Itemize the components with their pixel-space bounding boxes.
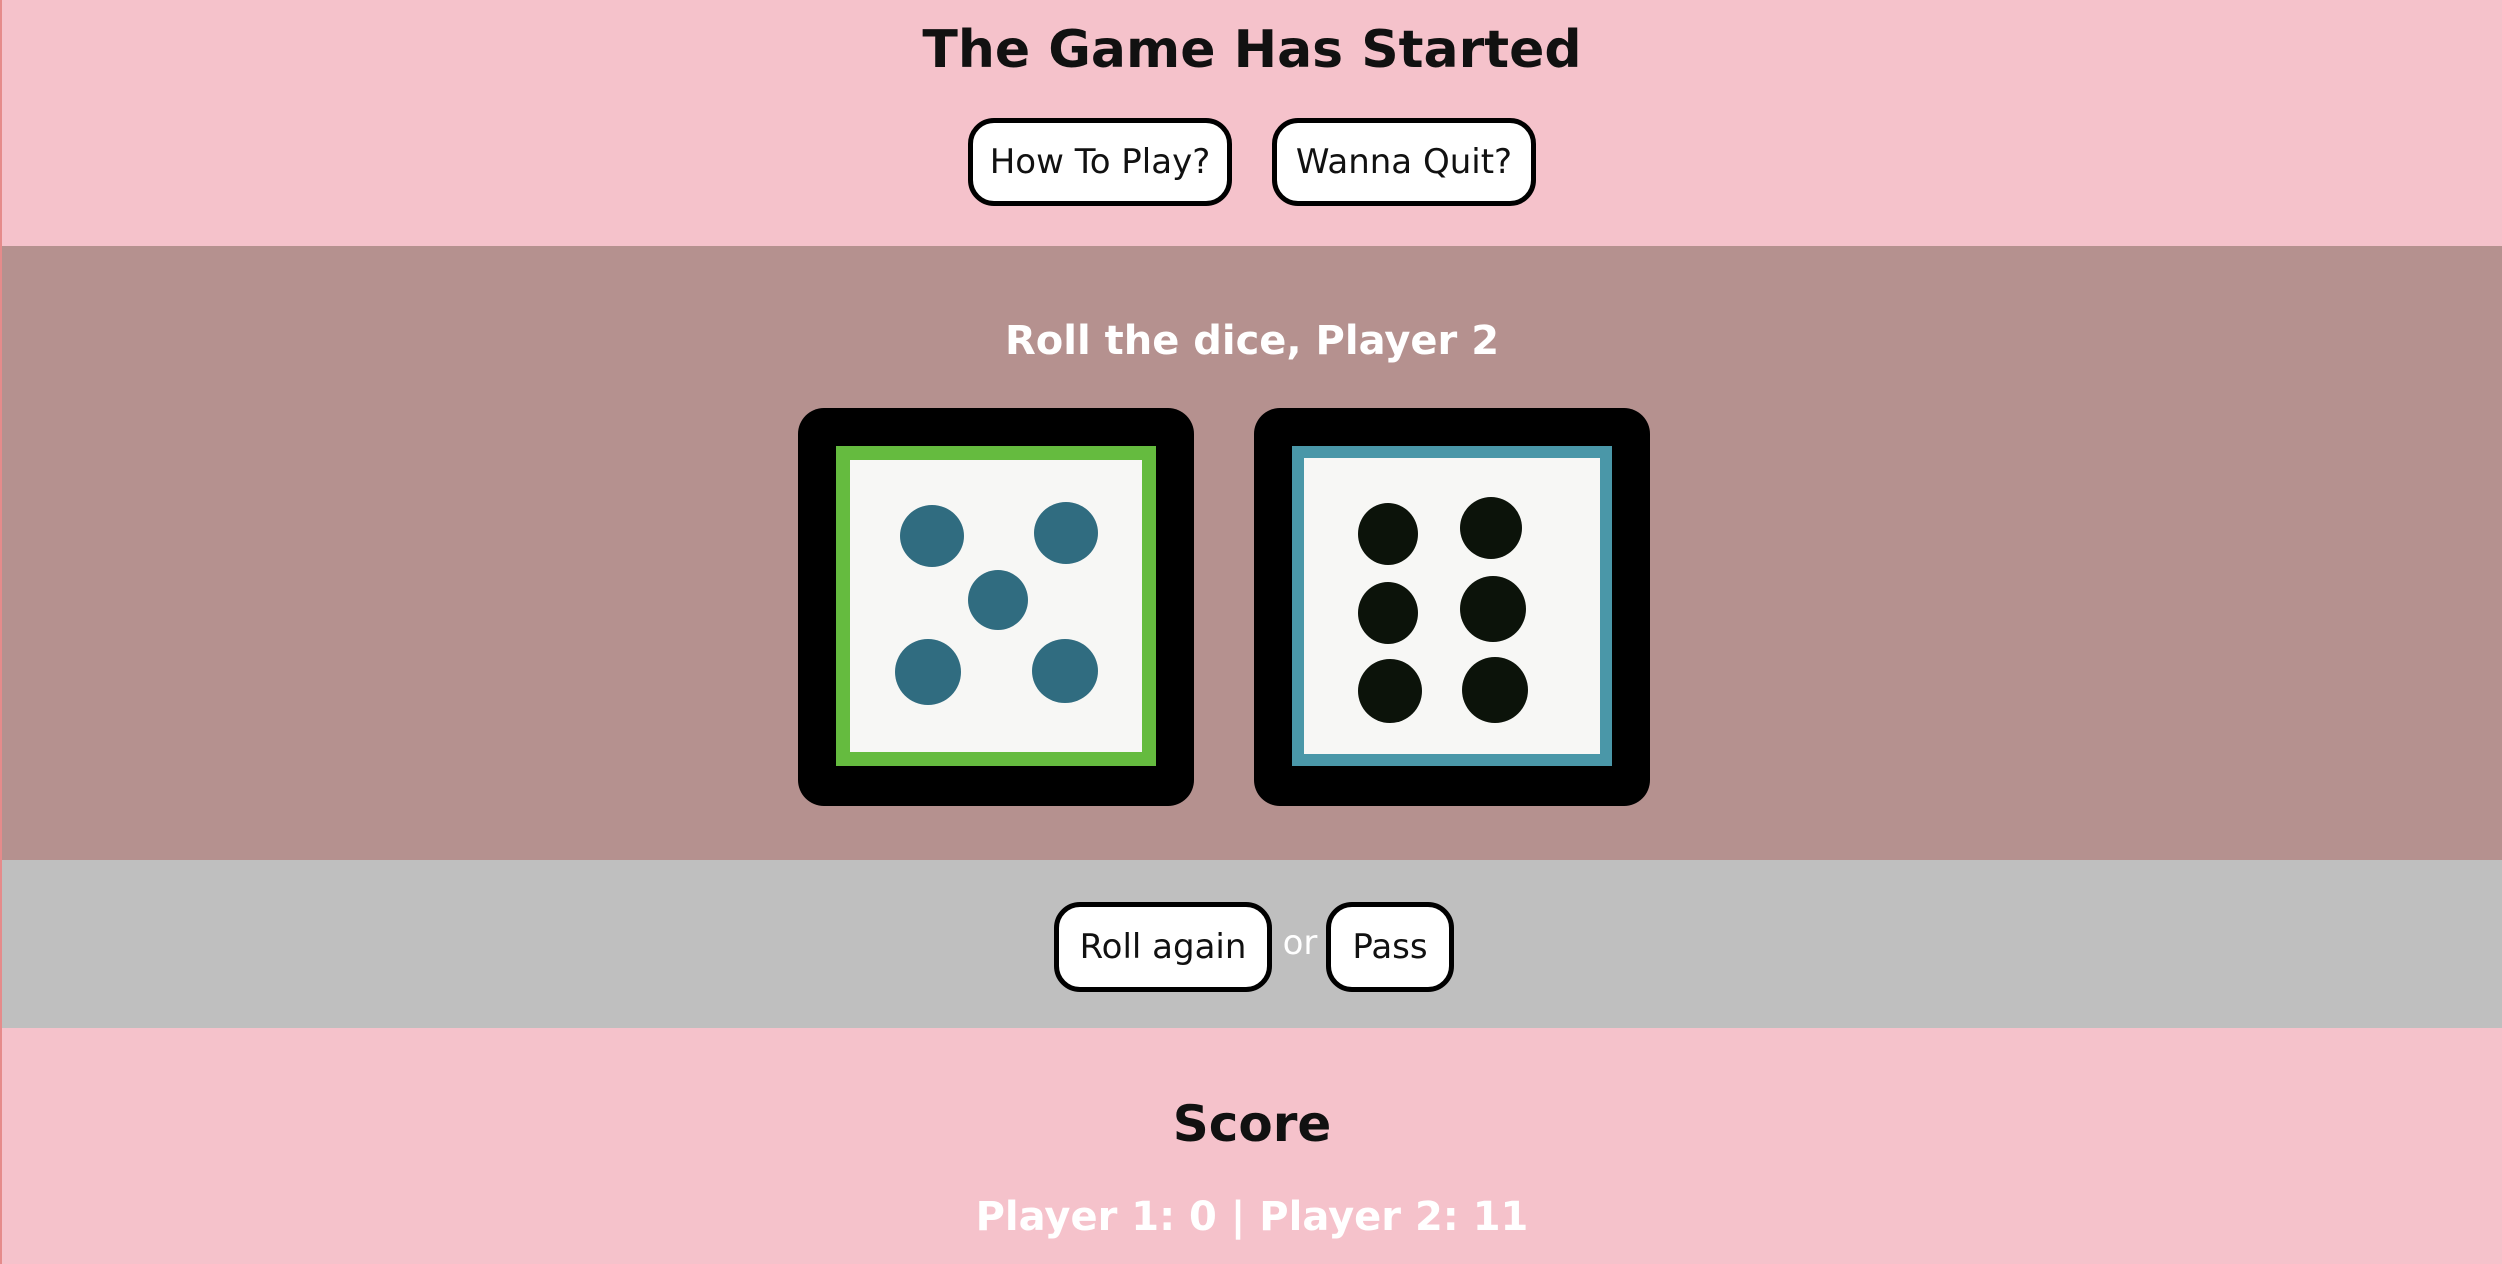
die-pip — [1358, 582, 1418, 644]
die-2 — [1254, 408, 1650, 806]
die-pip — [1358, 659, 1422, 723]
score-area: Score Player 1: 0 | Player 2: 11 — [2, 1028, 2502, 1264]
game-page: The Game Has Started How To Play? Wanna … — [0, 0, 2502, 1264]
die-pip — [1358, 503, 1418, 565]
die-pip — [1034, 502, 1098, 564]
die-2-face — [1292, 446, 1612, 766]
die-1-face — [836, 446, 1156, 766]
roll-again-button[interactable]: Roll again — [1054, 902, 1272, 992]
page-title: The Game Has Started — [922, 20, 1582, 80]
quit-button[interactable]: Wanna Quit? — [1272, 118, 1536, 206]
or-separator: or — [1282, 923, 1318, 963]
die-pip — [900, 505, 964, 567]
action-bar: Roll again or Pass — [2, 860, 2502, 1028]
die-pip — [1460, 497, 1522, 559]
die-1 — [798, 408, 1194, 806]
die-pip — [1460, 576, 1526, 642]
turn-prompt: Roll the dice, Player 2 — [1004, 318, 1500, 364]
pass-button[interactable]: Pass — [1326, 902, 1454, 992]
die-pip — [895, 639, 961, 705]
score-title: Score — [1172, 1095, 1332, 1153]
die-pip — [1462, 657, 1528, 723]
dice-area: Roll the dice, Player 2 — [2, 246, 2502, 860]
how-to-play-button[interactable]: How To Play? — [968, 118, 1232, 206]
score-line: Player 1: 0 | Player 2: 11 — [975, 1194, 1529, 1240]
header: The Game Has Started How To Play? Wanna … — [2, 0, 2502, 246]
die-pip — [968, 570, 1028, 630]
die-pip — [1032, 639, 1098, 703]
